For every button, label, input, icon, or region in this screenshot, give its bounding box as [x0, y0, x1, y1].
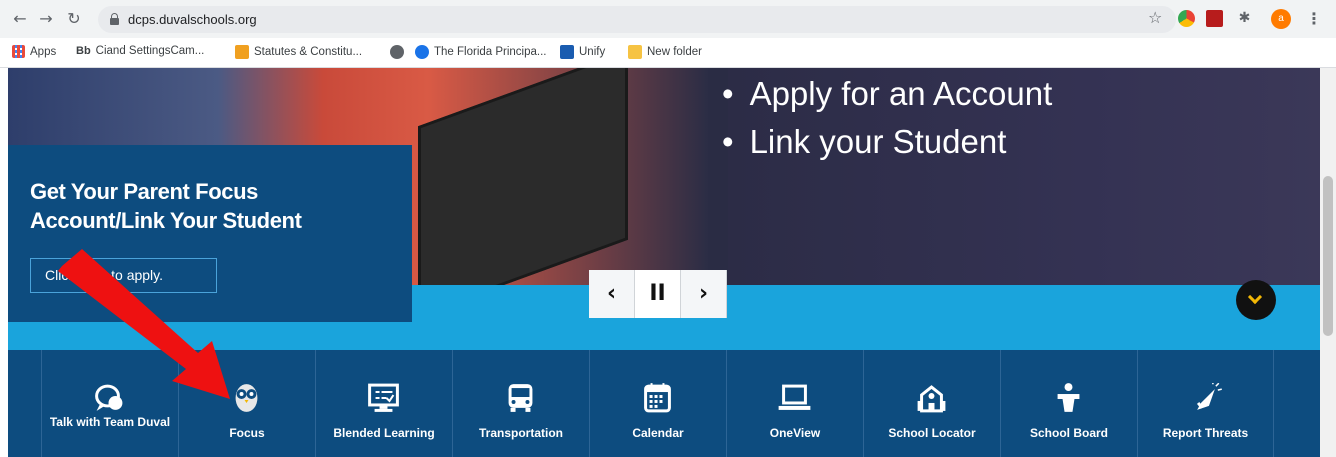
nav-label: Focus [229, 426, 265, 440]
puzzle-extensions-icon[interactable]: ✱ [1236, 10, 1253, 27]
carousel-controls: ‹ II › [589, 270, 727, 318]
laptop-icon [778, 384, 811, 410]
scrollbar-thumb[interactable] [1323, 176, 1333, 336]
nav-label: Transportation [478, 426, 563, 440]
back-arrow-icon[interactable]: ← [10, 9, 30, 29]
hero-bullet: Apply for an Account [722, 70, 1053, 118]
folder-icon [628, 45, 642, 59]
bookmark-unify[interactable]: Unify [560, 45, 605, 59]
unify-icon [560, 45, 574, 59]
nav-oneview[interactable]: OneView [726, 350, 863, 457]
nav-label: School Locator [888, 426, 976, 440]
promo-card: Get Your Parent Focus Account/Link Your … [8, 145, 412, 322]
nav-label: Talk with Team Duval [49, 415, 171, 429]
nav-focus[interactable]: Focus [178, 350, 315, 457]
carousel-next-button[interactable]: › [681, 270, 727, 318]
nav-report-threats[interactable]: Report Threats [1137, 350, 1274, 457]
owl-icon [235, 384, 258, 412]
scroll-down-button[interactable] [1236, 280, 1276, 320]
bookmark-new-folder[interactable]: New folder [628, 45, 702, 59]
florida-principal-icon [415, 45, 429, 59]
chevron-down-icon [1247, 289, 1263, 305]
page-scrollbar[interactable] [1320, 68, 1336, 457]
pdf-extension-icon[interactable] [1206, 10, 1223, 27]
bookmark-apps[interactable]: Apps [12, 45, 56, 58]
globe-icon [390, 45, 404, 59]
hero-bullet: Link your Student [722, 118, 1052, 166]
profile-avatar[interactable]: a [1271, 9, 1291, 29]
calendar-icon [644, 383, 671, 413]
apply-button[interactable]: Click here to apply. [30, 258, 217, 293]
florida-leg-icon [235, 45, 249, 59]
chat-bubble-icon [95, 384, 123, 411]
carousel-prev-button[interactable]: ‹ [589, 270, 635, 318]
podium-speaker-icon [1057, 383, 1080, 412]
monitor-checklist-icon [368, 383, 399, 412]
bookmark-star-icon[interactable]: ☆ [1148, 9, 1162, 27]
bookmark-florida-principal[interactable]: The Florida Principa... [415, 45, 547, 59]
menu-kebab-icon[interactable]: ⋮ [1306, 9, 1322, 29]
lock-icon [110, 13, 119, 25]
bus-icon [508, 384, 533, 412]
nav-label: Report Threats [1162, 426, 1249, 440]
browser-toolbar: ← → ↻ dcps.duvalschools.org ☆ ✱ a ⋮ [0, 0, 1336, 38]
nav-calendar[interactable]: Calendar [589, 350, 726, 457]
nav-label: OneView [769, 426, 821, 440]
quick-links-nav: Talk with Team Duval Focus Blended Learn… [8, 350, 1320, 457]
bb-icon: Bb [76, 45, 91, 57]
nav-transportation[interactable]: Transportation [452, 350, 589, 457]
promo-title: Get Your Parent Focus Account/Link Your … [30, 179, 302, 233]
nav-talk-with-team-duval[interactable]: Talk with Team Duval [41, 350, 178, 457]
page-viewport: Apply for an Account Link your Student G… [0, 68, 1336, 457]
nav-school-locator[interactable]: School Locator [863, 350, 1000, 457]
bookmark-globe[interactable] [390, 45, 404, 59]
nav-label: Calendar [632, 426, 684, 440]
nav-school-board[interactable]: School Board [1000, 350, 1137, 457]
nav-label: Blended Learning [333, 426, 435, 440]
forward-arrow-icon[interactable]: → [36, 9, 56, 29]
nav-label: School Board [1029, 426, 1108, 440]
nav-blended-learning[interactable]: Blended Learning [315, 350, 452, 457]
url-text[interactable]: dcps.duvalschools.org [128, 12, 257, 27]
chrome-extension-icon[interactable] [1178, 10, 1195, 27]
bookmark-bb[interactable]: Bb Ciand SettingsCam... [76, 45, 204, 57]
bookmarks-bar: Apps Bb Ciand SettingsCam... Statutes & … [0, 38, 1336, 68]
school-building-icon [917, 385, 946, 413]
address-bar[interactable]: dcps.duvalschools.org [98, 6, 1176, 33]
carousel-pause-button[interactable]: II [635, 270, 681, 318]
apps-grid-icon [12, 45, 25, 58]
reload-icon[interactable]: ↻ [64, 9, 84, 29]
megaphone-icon [1196, 383, 1222, 410]
bookmark-statutes[interactable]: Statutes & Constitu... [235, 45, 362, 59]
hero-bullets: Apply for an Account Link your Student [722, 70, 1053, 166]
